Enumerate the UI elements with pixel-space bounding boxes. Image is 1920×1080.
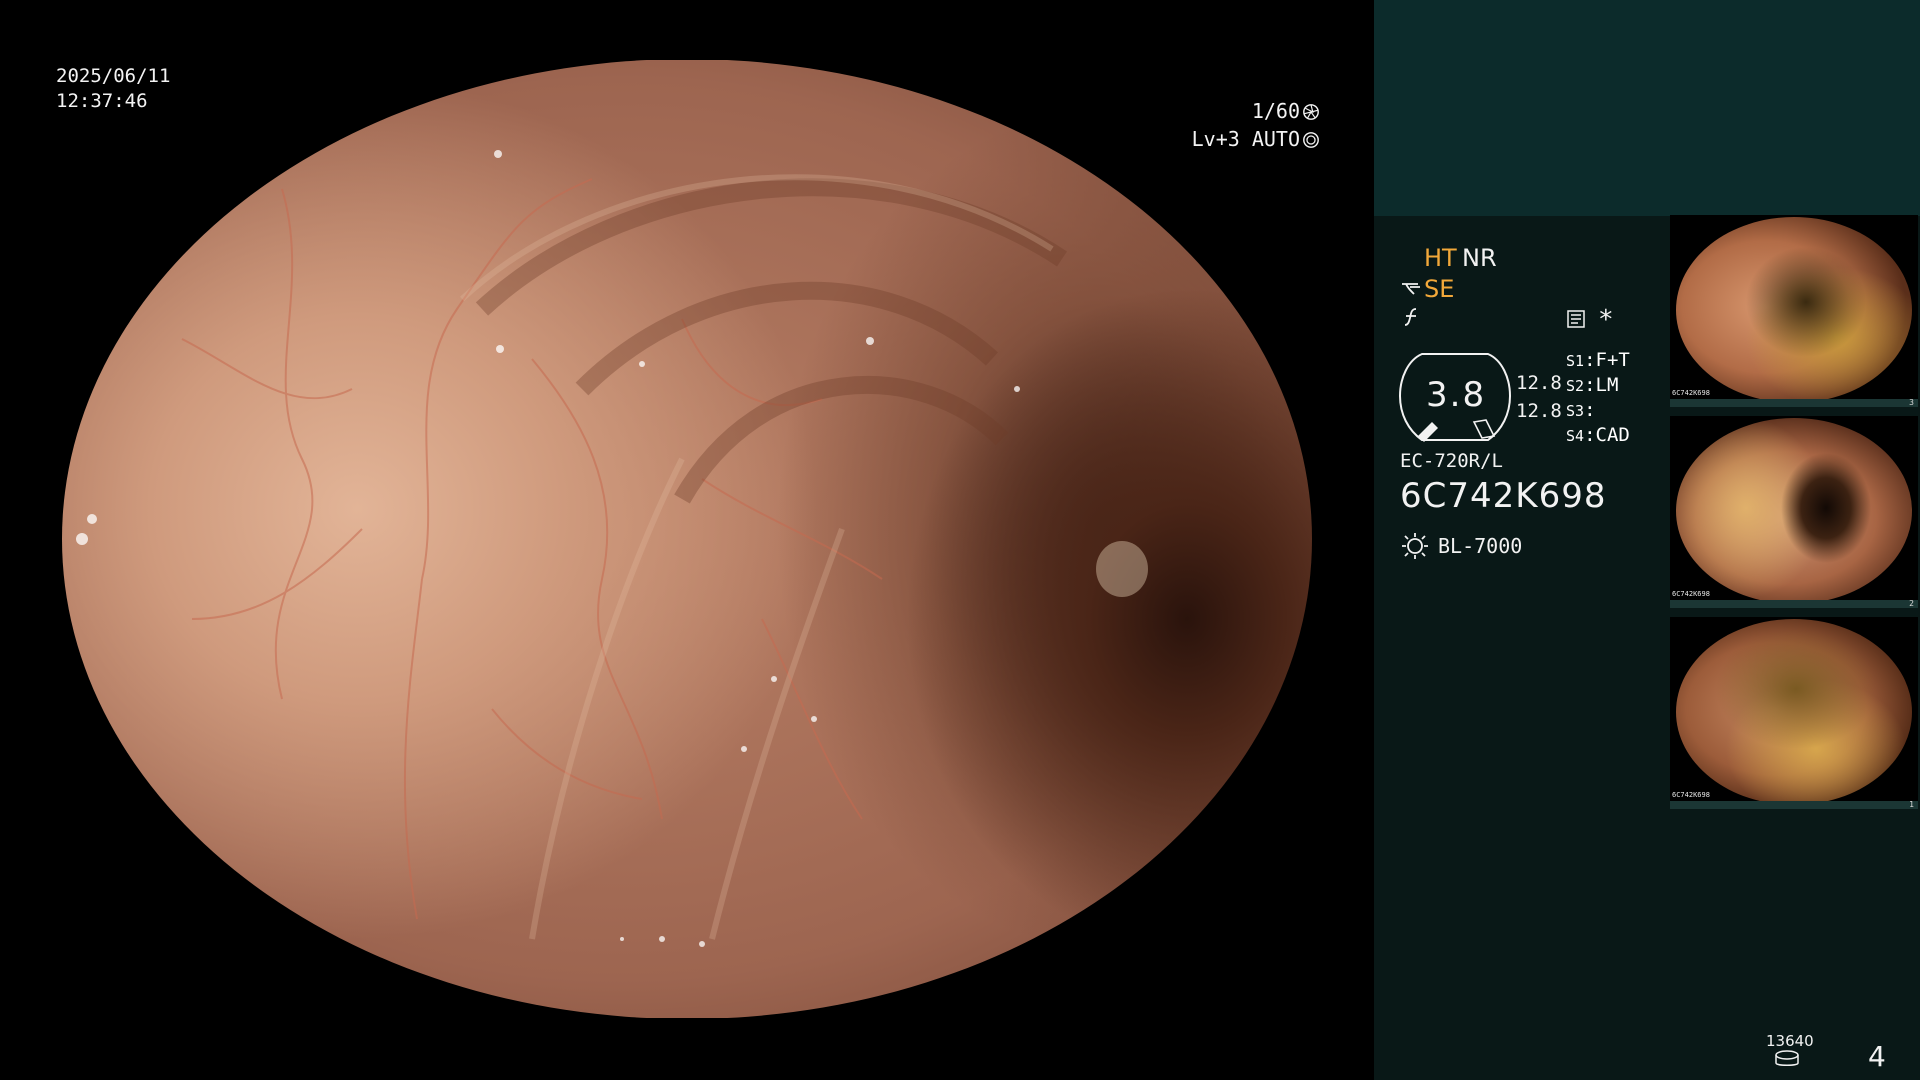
endoscope-image (62, 60, 1312, 1018)
slot-key: S1 (1566, 352, 1585, 370)
slot-key: S2 (1566, 377, 1585, 395)
gauge-reading-1: 12.8 (1516, 372, 1562, 394)
slot-s3: S3: (1566, 399, 1596, 421)
thumbnail-capture[interactable]: 6C742K698 3 (1670, 215, 1918, 407)
brightness-level: Lv+3 AUTO (1191, 127, 1300, 151)
light-source-label: BL-7000 (1438, 534, 1523, 558)
slot-s4: S4:CAD (1566, 424, 1630, 446)
shutter-icon (1303, 104, 1319, 120)
thumbnail-bar (1670, 600, 1918, 608)
iris-icon (1303, 132, 1319, 148)
info-panel-top (1374, 0, 1920, 216)
thumbnail-index: 3 (1909, 398, 1914, 407)
time-readout: 12:37:46 (56, 90, 148, 112)
thumbnail-label: 6C742K698 (1672, 389, 1710, 397)
slot-value: F+T (1595, 349, 1630, 371)
page-number: 4 (1868, 1040, 1886, 1073)
light-source-icon (1402, 533, 1428, 559)
endoscope-monitor: 2025/06/11 12:37:46 1/60 Lv+3 AUTO HT NR… (0, 0, 1920, 1080)
slot-key: S3 (1566, 402, 1585, 420)
thumbnail-label: 6C742K698 (1672, 791, 1710, 799)
mode-nr-indicator: NR (1462, 244, 1497, 272)
structure-enhance-icon (1402, 283, 1420, 295)
shutter-readout: 1/60 (1252, 99, 1320, 124)
mode-se-indicator: SE (1424, 275, 1455, 303)
f-mode-icon (1404, 308, 1417, 326)
mucosa-vessels (76, 150, 1148, 947)
level-readout: Lv+3 AUTO (1192, 127, 1320, 152)
gauge-reading-2: 12.8 (1516, 400, 1562, 422)
date-readout: 2025/06/11 (56, 65, 171, 87)
thumbnail-bar (1670, 801, 1918, 809)
slot-value: LM (1595, 374, 1619, 396)
scope-serial: 6C742K698 (1400, 476, 1607, 516)
slot-value: CAD (1595, 424, 1630, 446)
slot-s2: S2:LM (1566, 374, 1619, 396)
slot-key: S4 (1566, 427, 1585, 445)
asterisk-indicator: * (1598, 305, 1614, 335)
thumbnail-image (1676, 418, 1912, 604)
gauge-value: 3.8 (1426, 375, 1487, 415)
slot-s1: S1:F+T (1566, 349, 1630, 371)
shutter-speed: 1/60 (1251, 99, 1300, 123)
document-icon (1567, 310, 1585, 328)
scope-model: EC-720R/L (1400, 450, 1503, 472)
thumbnail-bar (1670, 399, 1918, 407)
mode-ht-indicator: HT (1424, 244, 1457, 272)
thumbnail-index: 2 (1909, 599, 1914, 608)
thumbnail-label: 6C742K698 (1672, 590, 1710, 598)
thumbnail-capture[interactable]: 6C742K698 1 (1670, 617, 1918, 809)
thumbnail-index: 1 (1909, 800, 1914, 809)
storage-count: 13640 (1766, 1032, 1814, 1050)
thumbnail-image (1676, 217, 1912, 403)
storage-disk-icon (1775, 1050, 1799, 1066)
thumbnail-capture[interactable]: 6C742K698 2 (1670, 416, 1918, 608)
endoscope-view (62, 60, 1312, 1018)
thumbnail-image (1676, 619, 1912, 805)
